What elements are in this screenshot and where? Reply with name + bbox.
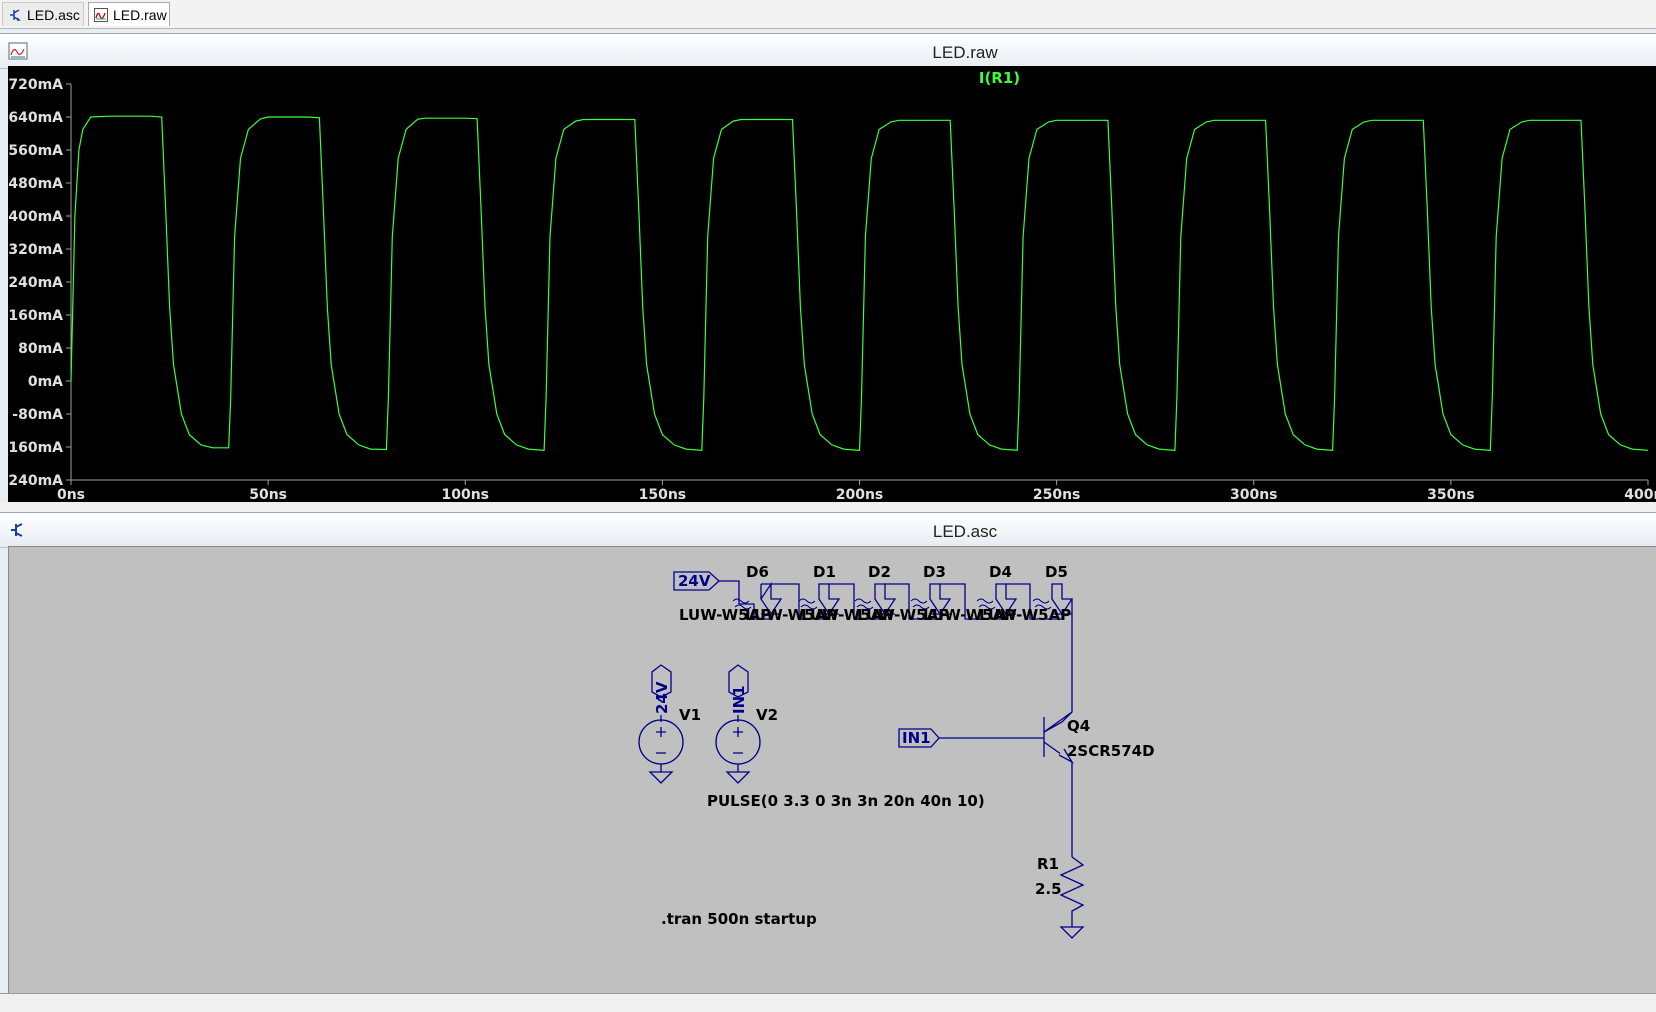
- waveform-chart[interactable]: 720mA 640mA 560mA 480mA 400mA 320mA 240mA 160mA…: [3, 66, 1656, 503]
- schematic-window: LED.asc 24V D6 D1 D2 D3 D4 D5 LUW-W5AP L…: [0, 512, 1656, 993]
- y-tick-label: 80mA: [18, 341, 63, 357]
- label-d5: D5: [1045, 563, 1068, 581]
- x-tick-label: 50ns: [249, 487, 287, 502]
- x-tick-label: 400ns: [1624, 487, 1656, 502]
- value-r1: 2.5: [1035, 880, 1062, 898]
- model-d5: LUW-W5AP: [979, 606, 1071, 624]
- label-d3: D3: [923, 563, 946, 581]
- y-tick-label: 480mA: [8, 176, 63, 192]
- resistor-r1[interactable]: [1059, 856, 1085, 927]
- label-d6: D6: [746, 563, 769, 581]
- model-q4: 2SCR574D: [1067, 742, 1155, 760]
- tab-label: LED.raw: [113, 7, 167, 23]
- label-r1: R1: [1037, 855, 1059, 873]
- status-bar: [0, 993, 1656, 1012]
- x-tick-label: 300ns: [1230, 487, 1278, 502]
- waveform-window-title: LED.raw: [932, 43, 998, 62]
- x-tick-label: 250ns: [1033, 487, 1081, 502]
- waveform-titlebar: LED.raw: [0, 33, 1656, 69]
- waveform-icon: [94, 8, 108, 22]
- series-line-i-r1: [70, 115, 1649, 451]
- label-d4: D4: [989, 563, 1012, 581]
- schematic-titlebar: LED.asc: [0, 512, 1656, 548]
- y-tick-label: 640mA: [8, 110, 63, 126]
- net-label-v1: 24V: [653, 681, 671, 714]
- y-tick-label: -240mA: [8, 473, 63, 489]
- voltage-source-v2[interactable]: [715, 664, 761, 784]
- x-tick-label: 350ns: [1427, 487, 1475, 502]
- y-tick-label: 400mA: [8, 209, 63, 225]
- tab-label: LED.asc: [27, 7, 80, 23]
- label-q4: Q4: [1067, 717, 1090, 735]
- schematic-icon: [10, 9, 21, 21]
- waveform-window: LED.raw 720mA 640mA 560mA 480mA 400mA 320mA 24…: [0, 29, 1656, 503]
- y-tick-label: 0mA: [28, 374, 63, 390]
- x-tick-label: 150ns: [639, 487, 687, 502]
- y-tick-label: 240mA: [8, 275, 63, 291]
- schematic-drawing[interactable]: 24V D6 D1 D2 D3 D4 D5 LUW-W5AP LUW-W5AP …: [9, 547, 1656, 993]
- x-tick-label: 200ns: [836, 487, 884, 502]
- tab-led-raw[interactable]: LED.raw: [88, 2, 170, 26]
- y-tick-label: -80mA: [12, 407, 63, 423]
- document-tab-bar: LED.asc LED.raw: [0, 0, 1656, 29]
- series-label-i-r1: I(R1): [979, 69, 1020, 87]
- net-label-v2: IN1: [730, 685, 748, 714]
- label-v1: V1: [679, 706, 701, 724]
- waveform-plot-area[interactable]: 720mA 640mA 560mA 480mA 400mA 320mA 240mA 160mA…: [3, 66, 1656, 503]
- pulse-spec: PULSE(0 3.3 0 3n 3n 20n 40n 10): [707, 792, 985, 810]
- y-tick-label: 720mA: [8, 77, 63, 93]
- y-tick-label: 160mA: [8, 308, 63, 324]
- y-tick-label: 560mA: [8, 143, 63, 159]
- x-tick-label: 100ns: [441, 487, 489, 502]
- label-v2: V2: [756, 706, 778, 724]
- label-d2: D2: [868, 563, 891, 581]
- y-tick-label: 320mA: [8, 242, 63, 258]
- net-label-24v: 24V: [678, 572, 711, 590]
- spice-directive: .tran 500n startup: [661, 910, 817, 928]
- plot-axes: [70, 84, 1648, 481]
- y-tick-label: -160mA: [8, 440, 63, 456]
- x-tick-label: 0ns: [57, 487, 85, 502]
- net-label-in1: IN1: [902, 729, 931, 747]
- schematic-window-title: LED.asc: [932, 522, 998, 541]
- tab-led-asc[interactable]: LED.asc: [2, 2, 84, 26]
- schematic-canvas[interactable]: 24V D6 D1 D2 D3 D4 D5 LUW-W5AP LUW-W5AP …: [8, 546, 1656, 993]
- label-d1: D1: [813, 563, 836, 581]
- ground-r1: [1059, 926, 1085, 939]
